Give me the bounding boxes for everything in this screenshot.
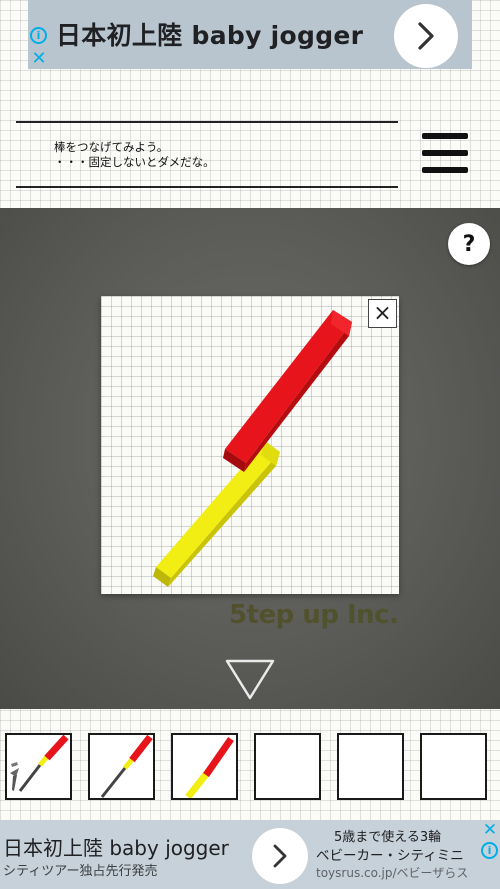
inventory-slot-2[interactable] — [88, 733, 155, 800]
inventory-slot-5[interactable] — [337, 733, 404, 800]
menu-button[interactable] — [420, 130, 470, 176]
ad-promo-line-1: 5歳まで使える3輪 — [334, 830, 442, 845]
message-rule-top — [16, 121, 398, 123]
inventory-slot-4[interactable] — [254, 733, 321, 800]
rod-assembly[interactable] — [101, 296, 399, 594]
ad-close-icon[interactable]: ✕ — [481, 820, 499, 840]
menu-bar — [422, 167, 468, 173]
ad-url[interactable]: toysrus.co.jp/ベビーザらス — [316, 864, 484, 881]
red-rod[interactable] — [223, 310, 352, 472]
ad-open-button[interactable] — [252, 828, 308, 884]
ad-promo-line-2: ベビーカー・シティミニ — [316, 848, 464, 864]
ad-headline: 日本初上陸 baby jogger — [56, 21, 364, 50]
rod-item — [100, 735, 153, 798]
ad-subtitle: シティツアー独占先行発売 — [3, 864, 158, 879]
ad-info-icon[interactable]: i — [481, 842, 498, 859]
bottom-ad-banner[interactable]: 日本初上陸 baby jogger シティツアー独占先行発売 5歳まで使える3輪… — [0, 820, 500, 889]
chevron-right-icon — [273, 844, 287, 868]
inventory-slot-6[interactable] — [420, 733, 487, 800]
zoom-close-button[interactable]: × — [368, 299, 397, 328]
red-yellow-rod-item — [185, 737, 234, 798]
menu-bar — [422, 150, 468, 156]
ad-title: 日本初上陸 baby jogger — [3, 836, 229, 860]
yellow-rod[interactable] — [153, 441, 280, 587]
inventory-slot-3[interactable] — [171, 733, 238, 800]
screw-and-rod-item — [10, 735, 69, 792]
chevron-right-icon — [418, 22, 434, 50]
top-ad-banner[interactable]: i ✕ 日本初上陸 baby jogger — [28, 0, 472, 69]
developer-watermark: 5tep up Inc. — [229, 600, 399, 630]
ad-open-button[interactable] — [394, 4, 458, 68]
menu-bar — [422, 133, 468, 139]
message-rule-bottom — [16, 186, 398, 188]
message-box: 棒をつなげてみよう。 ・・・固定しないとダメだな。 — [54, 140, 215, 170]
item-zoom-panel[interactable] — [101, 296, 399, 594]
inventory-slot-1[interactable] — [5, 733, 72, 800]
message-line-1: 棒をつなげてみよう。 — [54, 140, 169, 154]
message-line-2: ・・・固定しないとダメだな。 — [54, 155, 215, 169]
help-button[interactable]: ? — [448, 223, 490, 265]
ad-info-icon[interactable]: i — [30, 27, 47, 44]
ad-close-icon[interactable]: ✕ — [30, 48, 48, 69]
down-arrow-icon[interactable] — [224, 658, 276, 702]
